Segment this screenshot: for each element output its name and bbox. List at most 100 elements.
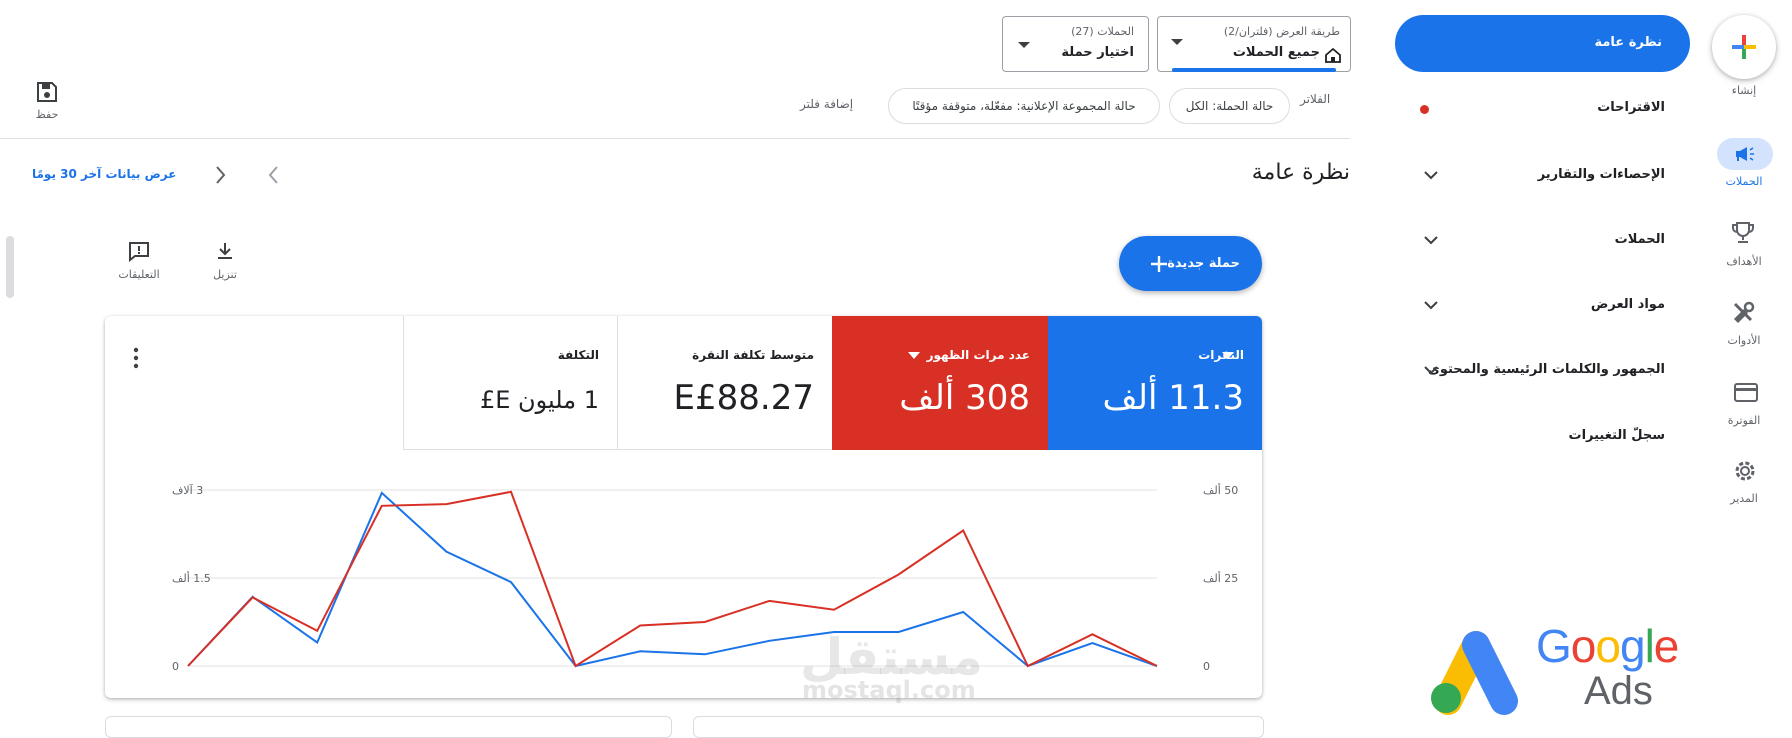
bottom-card — [105, 716, 672, 738]
dropdown-arrow-icon — [1171, 39, 1183, 45]
view-mode-value: جميع الحملات — [1232, 45, 1320, 60]
download-icon — [218, 243, 232, 259]
feedback-label: التعليقات — [118, 268, 160, 281]
trophy-icon — [1732, 222, 1754, 243]
feedback-button[interactable]: التعليقات — [112, 240, 166, 281]
campaign-select-dropdown[interactable]: الحملات (27) اختيار حملة — [1002, 16, 1149, 72]
rail-item-goals[interactable] — [1730, 220, 1762, 248]
dropdown-arrow-icon — [1018, 42, 1030, 48]
nav-item-label: الإحصاءات والتقارير — [1537, 167, 1665, 182]
metric-label: التكلفة — [557, 348, 599, 362]
create-button[interactable] — [1712, 15, 1776, 79]
left-axis-tick: 0 — [172, 660, 179, 673]
metric-value: E£88.27 — [673, 378, 814, 418]
new-campaign-label: حملة جديدة — [1167, 256, 1240, 271]
google-wordmark-letter: G — [1536, 620, 1572, 672]
clicks-series-line — [187, 491, 1158, 668]
metric-value: 308 ألف — [899, 378, 1030, 418]
more-vert-icon[interactable] — [130, 346, 142, 370]
impressions-series-line — [187, 490, 1158, 668]
right-axis-tick: 50 ألف — [1203, 483, 1238, 497]
chevron-left-icon[interactable] — [264, 163, 284, 187]
metric-avg-cpc[interactable]: متوسط تكلفة النقرة E£88.27 — [617, 316, 832, 450]
date-range-link[interactable]: عرض بيانات آخر 30 يومًا — [32, 167, 176, 181]
rail-item-billing[interactable] — [1733, 382, 1761, 404]
rail-label-campaigns: الحملات — [1725, 175, 1763, 188]
new-campaign-button[interactable]: حملة جديدة — [1119, 236, 1262, 291]
filter-chip-adgroup-status[interactable]: حالة المجموعة الإعلانية: مفعّلة، متوقفة … — [888, 88, 1160, 124]
nav-item-label: مواد العرض — [1590, 297, 1665, 312]
metric-label: متوسط تكلفة النقرة — [692, 348, 814, 362]
ads-wordmark: Ads — [1584, 669, 1653, 713]
chevron-right-icon[interactable] — [210, 163, 230, 187]
rail-label-tools: الأدوات — [1727, 334, 1761, 347]
rail-label-billing: الفوترة — [1727, 414, 1761, 427]
metric-value: 1 مليون E£ — [479, 386, 599, 414]
bottom-card — [693, 716, 1264, 738]
metric-value: 11.3 ألف — [1102, 378, 1244, 418]
save-button[interactable]: حفظ — [30, 80, 64, 130]
nav-item-campaigns[interactable]: الحملات — [1420, 227, 1665, 253]
nav-item-suggestions[interactable]: الاقتراحات — [1395, 96, 1665, 120]
rail-item-tools[interactable] — [1731, 300, 1763, 328]
header-divider — [0, 138, 1350, 139]
google-wordmark: Google — [1536, 619, 1680, 673]
nav-item-overview[interactable]: نظرة عامة — [1395, 15, 1690, 72]
download-button[interactable]: تنزيل — [200, 240, 250, 281]
left-axis-tick: 1.5 ألف — [172, 571, 211, 585]
google-wordmark-letter: o — [1595, 620, 1621, 672]
rail-item-admin[interactable] — [1732, 458, 1760, 486]
google-wordmark-letter: e — [1653, 620, 1680, 672]
view-mode-indicator — [1172, 68, 1336, 72]
megaphone-icon — [1736, 147, 1754, 161]
nav-item-label: الاقتراحات — [1597, 100, 1665, 115]
rail-item-campaigns[interactable] — [1717, 138, 1773, 170]
nav-item-insights-reports[interactable]: الإحصاءات والتقارير — [1420, 162, 1665, 188]
overview-card: النقرات 11.3 ألف عدد مرات الظهور 308 ألف… — [105, 316, 1262, 698]
rail-label-goals: الأهداف — [1726, 255, 1762, 268]
chevron-down-icon — [1424, 236, 1438, 245]
nav-item-overview-label: نظرة عامة — [1594, 35, 1662, 50]
home-icon — [1325, 47, 1341, 63]
google-wordmark-letter: o — [1570, 620, 1597, 672]
download-label: تنزيل — [213, 268, 237, 281]
plus-icon — [1732, 35, 1756, 59]
tools-icon — [1733, 301, 1755, 324]
dropdown-arrow-icon — [908, 352, 920, 359]
right-axis-tick: 25 ألف — [1203, 571, 1238, 585]
left-axis-tick: 3 آلاف — [172, 483, 203, 497]
plus-icon — [1151, 256, 1167, 272]
save-label: حفظ — [35, 108, 59, 121]
google-ads-mark-icon — [1431, 631, 1518, 715]
performance-chart: 3 آلاف 50 ألف 1.5 ألف 25 ألف 0 0 — [172, 483, 1238, 673]
view-mode-dropdown[interactable]: طريقة العرض (فلتران/2) جميع الحملات — [1157, 16, 1351, 72]
save-icon — [37, 82, 57, 102]
chevron-down-icon — [1424, 366, 1438, 375]
chevron-down-icon — [1424, 301, 1438, 310]
create-label: إنشاء — [1731, 84, 1757, 97]
google-wordmark-letter: l — [1644, 620, 1655, 672]
nav-item-label: الجمهور والكلمات الرئيسية والمحتوى — [1427, 362, 1665, 377]
metric-cost[interactable]: التكلفة 1 مليون E£ — [403, 316, 617, 450]
scrollbar-thumb[interactable] — [6, 236, 14, 298]
dropdown-arrow-icon — [1222, 352, 1234, 359]
nav-item-assets[interactable]: مواد العرض — [1420, 292, 1665, 318]
filters-label: الفلاتر — [1300, 92, 1331, 106]
google-wordmark-letter: g — [1619, 620, 1646, 672]
metric-label: عدد مرات الظهور — [926, 348, 1030, 362]
metric-impressions[interactable]: عدد مرات الظهور 308 ألف — [832, 316, 1048, 450]
view-mode-label: طريقة العرض (فلتران/2) — [1223, 25, 1340, 38]
metric-clicks[interactable]: النقرات 11.3 ألف — [1048, 316, 1262, 450]
feedback-icon — [129, 242, 149, 263]
nav-item-label: الحملات — [1614, 232, 1665, 247]
rail-label-admin: المدير — [1730, 492, 1758, 505]
chevron-down-icon — [1424, 171, 1438, 180]
watermark-url: mostaql.com — [802, 676, 976, 704]
page-title: نظرة عامة — [1251, 160, 1350, 185]
right-axis-tick: 0 — [1203, 660, 1210, 673]
campaign-select-value: اختيار حملة — [1061, 45, 1134, 60]
nav-item-audiences-keywords[interactable]: الجمهور والكلمات الرئيسية والمحتوى — [1420, 357, 1665, 383]
filter-chip-campaign-status[interactable]: حالة الحملة: الكل — [1169, 88, 1290, 124]
nav-item-change-history[interactable]: سجلّ التغييرات — [1420, 424, 1665, 450]
add-filter-button[interactable]: إضافة فلتر — [800, 97, 853, 111]
